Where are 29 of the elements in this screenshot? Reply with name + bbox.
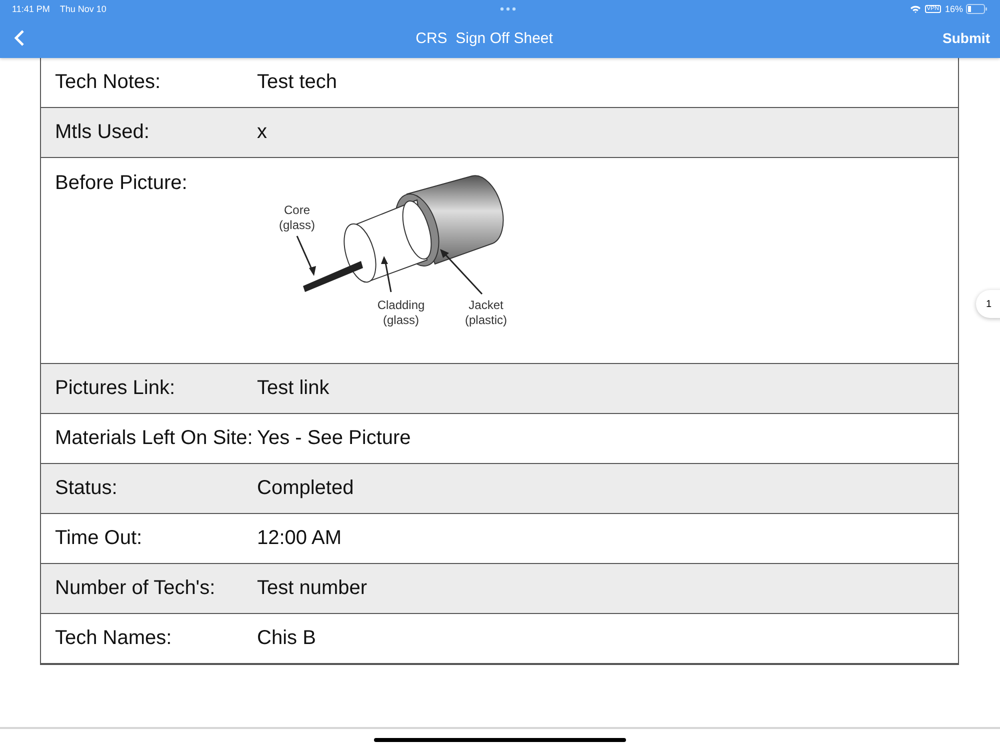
field-label: Tech Names: <box>55 627 173 650</box>
field-label: Time Out: <box>55 527 144 550</box>
field-value: Completed <box>257 477 355 500</box>
field-value: Test number <box>257 577 368 600</box>
nav-title: CRS Sign Off Sheet <box>414 30 554 46</box>
callout-label: Cladding (glass) <box>377 298 425 327</box>
more-dots-icon <box>500 7 516 11</box>
callout-label: Jacket (plastic) <box>465 298 507 327</box>
back-chevron-icon <box>14 29 26 47</box>
field-value: Test tech <box>257 71 338 94</box>
field-value: Chis B <box>257 627 317 650</box>
wifi-icon <box>910 5 921 13</box>
battery-icon <box>966 4 988 14</box>
callout-label: Core (glass) <box>279 203 315 232</box>
field-label: Materials Left On Site: <box>55 427 254 450</box>
page-indicator[interactable]: 1 <box>976 290 1000 318</box>
field-label: Tech Notes: <box>55 71 162 94</box>
field-label: Status: <box>55 477 118 500</box>
field-label: Before Picture: <box>55 171 188 195</box>
field-label: Mtls Used: <box>55 121 150 144</box>
clock-time: 11:41 PM <box>12 4 50 14</box>
field-value: Yes - See Picture <box>257 427 412 450</box>
field-value: Test link <box>257 377 330 400</box>
battery-percent: 16% <box>944 4 963 14</box>
field-label: Number of Tech's: <box>55 577 216 600</box>
date: Thu Nov 10 <box>60 4 106 14</box>
field-value: x <box>257 121 268 144</box>
field-value: 12:00 AM <box>257 527 343 550</box>
field-label: Pictures Link: <box>55 377 176 400</box>
